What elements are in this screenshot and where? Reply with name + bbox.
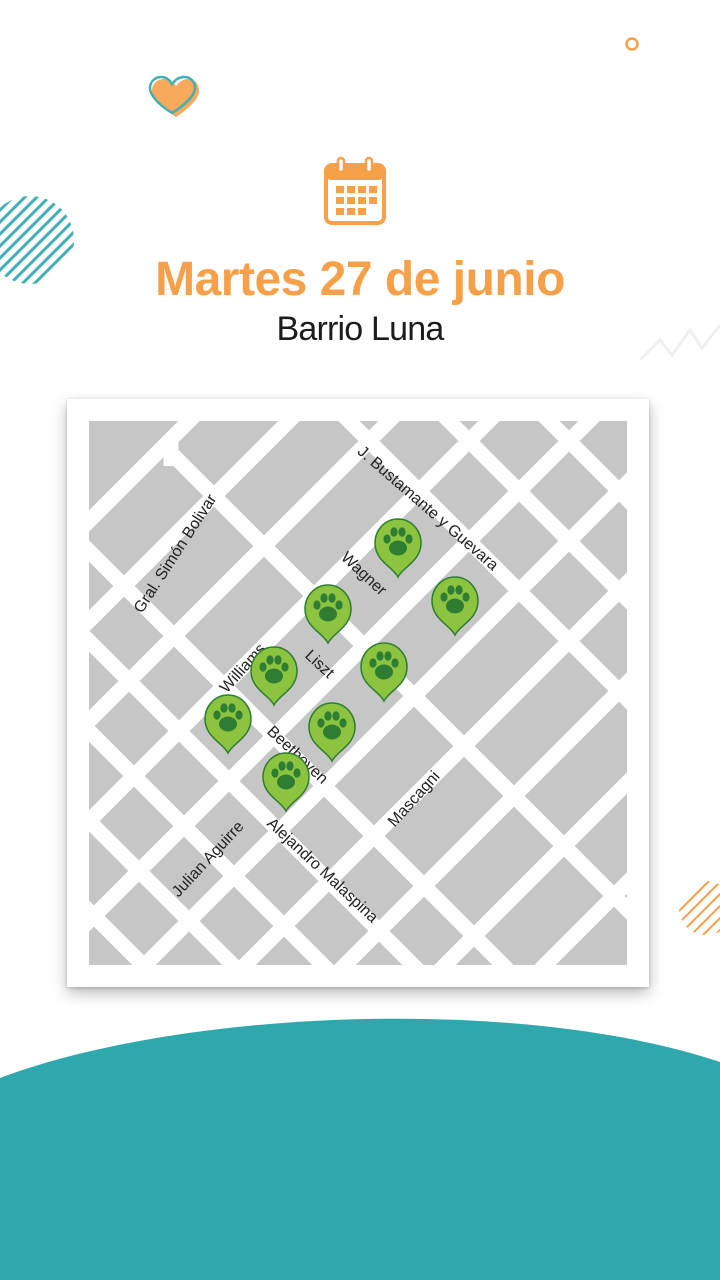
decor-ring [625,37,639,51]
heart-icon [148,75,199,117]
paw-pin-icon[interactable] [428,573,482,637]
paw-pin-icon[interactable] [259,749,313,813]
neighborhood-name: Barrio Luna [276,310,445,348]
paw-pin-icon[interactable] [305,699,359,763]
map[interactable]: J. Bustamante y Guevara Gral. Simón Boli… [89,421,627,965]
calendar-icon [324,156,386,225]
map-card: J. Bustamante y Guevara Gral. Simón Boli… [67,399,649,987]
paw-pin-icon[interactable] [371,515,425,579]
decor-hatched-circle-orange [679,881,720,935]
paw-pin-icon[interactable] [247,643,301,707]
event-date: Martes 27 de junio [155,253,565,306]
bottom-wave [0,1018,720,1280]
paw-pin-icon[interactable] [201,691,255,755]
paw-pin-icon[interactable] [357,639,411,703]
paw-pin-icon[interactable] [301,581,355,645]
